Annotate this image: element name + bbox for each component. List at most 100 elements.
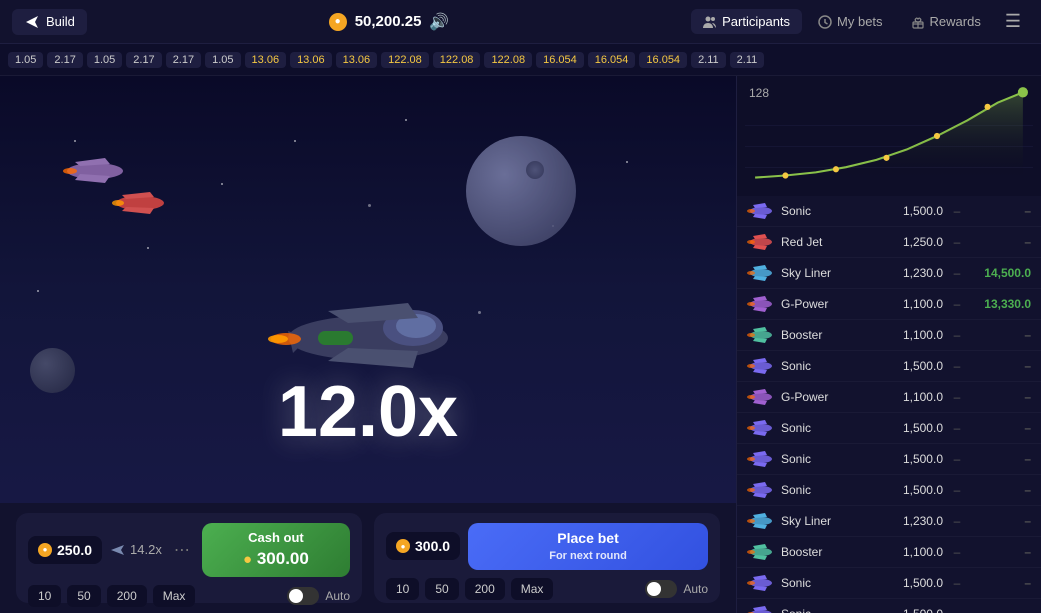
table-row: Sonic 1,500.0 – – [737,475,1041,506]
tab-participants[interactable]: Participants [691,9,802,34]
participant-win: 14,500.0 [971,266,1031,280]
build-label: Build [46,14,75,29]
participant-name: Sonic [781,607,887,613]
game-canvas: 12.0x [0,76,736,503]
quick-bet-10-right[interactable]: 10 [386,578,419,600]
participant-name: Sonic [781,483,887,497]
quick-bet-50-right[interactable]: 50 [425,578,458,600]
table-row: Booster 1,100.0 – – [737,320,1041,351]
quick-bet-10-left[interactable]: 10 [28,585,61,607]
aircraft-small1 [60,156,130,186]
participant-name: Booster [781,545,887,559]
participant-win: – [971,204,1031,218]
participant-name: Sonic [781,359,887,373]
menu-button[interactable]: ☰ [997,7,1029,36]
table-row: Sonic 1,500.0 – – [737,444,1041,475]
participant-name: Booster [781,328,887,342]
mult-badge: 16.054 [588,52,636,68]
participant-plane-icon [747,232,775,252]
participant-bet: 1,500.0 [893,576,943,590]
auto-switch-left[interactable] [287,587,319,605]
mult-badge: 16.054 [536,52,584,68]
participants-icon [703,15,717,29]
quick-bet-max-left[interactable]: Max [153,585,196,607]
participant-dash: – [949,483,965,497]
table-row: Sonic 1,500.0 – – [737,568,1041,599]
place-bet-line2: For next round [549,549,627,564]
participant-dash: – [949,607,965,613]
participant-win: – [971,359,1031,373]
participant-bet: 1,100.0 [893,328,943,342]
chart-area: 128 [737,76,1041,196]
coin-icon: ● [329,13,347,31]
participant-dash: – [949,297,965,311]
mult-badge: 13.06 [245,52,287,68]
participant-name: Sonic [781,576,887,590]
quick-bet-max-right[interactable]: Max [511,578,554,600]
cashout-button[interactable]: Cash out ● 300.00 [202,523,350,577]
auto-switch-right[interactable] [645,580,677,598]
participant-plane-icon [747,387,775,407]
participant-name: Sonic [781,421,887,435]
tab-my-bets[interactable]: My bets [806,9,895,34]
bet-panel-left-bottom: 10 50 200 Max Auto [28,585,350,607]
table-row: Sonic 1,500.0 – – [737,413,1041,444]
table-row: Booster 1,100.0 – – [737,537,1041,568]
coin-icon-right: ● [396,539,410,553]
participant-bet: 1,500.0 [893,204,943,218]
moon-decoration [466,136,576,246]
multiplier-display: 12.0x [278,371,458,453]
auto-toggle-left: Auto [287,587,350,605]
participant-dash: – [949,204,965,218]
quick-bet-200-left[interactable]: 200 [107,585,147,607]
mult-badge: 122.08 [381,52,429,68]
plane-icon [24,14,40,30]
mult-badge: 2.11 [730,52,765,68]
auto-label-right: Auto [683,582,708,596]
participant-name: Sonic [781,204,887,218]
mult-badge: 16.054 [639,52,687,68]
participant-win: – [971,607,1031,613]
bet-amount-left-value: 250.0 [57,542,92,558]
table-row: Sonic 1,500.0 – – [737,196,1041,227]
tab-rewards-label: Rewards [930,14,981,29]
table-row: Sonic 1,500.0 – – [737,351,1041,382]
table-row: Sonic 1,500.0 – – [737,599,1041,613]
bet-panel-left: ● 250.0 14.2x ⋯ Cash out ● 3 [16,513,362,603]
participant-win: – [971,421,1031,435]
aircraft-small2 [110,191,170,216]
participant-bet: 1,250.0 [893,235,943,249]
participant-dash: – [949,359,965,373]
participant-plane-icon [747,263,775,283]
participant-bet: 1,500.0 [893,483,943,497]
options-button-left[interactable]: ⋯ [170,540,194,560]
participant-bet: 1,100.0 [893,545,943,559]
mult-badge: 122.08 [433,52,481,68]
participant-name: Sky Liner [781,514,887,528]
table-row: G-Power 1,100.0 – – [737,382,1041,413]
mult-badge: 13.06 [290,52,332,68]
quick-bet-200-right[interactable]: 200 [465,578,505,600]
chart-label: 128 [749,86,769,100]
participant-plane-icon [747,604,775,613]
cashout-amount: ● 300.00 [243,547,309,571]
participant-dash: – [949,235,965,249]
tab-rewards[interactable]: Rewards [899,9,993,34]
bet-amount-right: ● 300.0 [386,532,460,560]
build-button[interactable]: Build [12,9,87,35]
controls-area: ● 250.0 14.2x ⋯ Cash out ● 3 [0,503,736,613]
participant-plane-icon [747,480,775,500]
quick-bet-50-left[interactable]: 50 [67,585,100,607]
participant-win: – [971,452,1031,466]
bet-multiplier-left: 14.2x [110,542,162,557]
mult-badge: 122.08 [484,52,532,68]
header-center: ● 50,200.25 🔊 [329,12,450,32]
place-bet-button[interactable]: Place bet For next round [468,523,708,570]
participant-bet: 1,500.0 [893,452,943,466]
sound-button[interactable]: 🔊 [429,12,449,32]
participant-plane-icon [747,542,775,562]
multiplier-bar: 1.052.171.052.172.171.0513.0613.0613.061… [0,44,1041,76]
chart-svg [745,84,1033,188]
participant-name: Sonic [781,452,887,466]
participant-bet: 1,100.0 [893,390,943,404]
